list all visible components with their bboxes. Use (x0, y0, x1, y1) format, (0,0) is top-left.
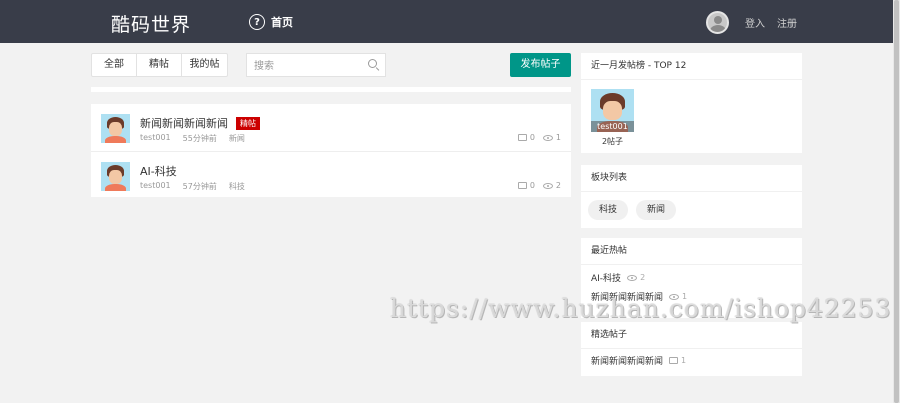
top-list-strip (91, 87, 571, 92)
top-posters-card: 近一月发帖榜 - TOP 12 test001 2帖子 (581, 53, 802, 153)
list-item[interactable]: 新闻新闻新闻新闻 精帖 test001 55分钟前 新闻 0 1 (91, 104, 571, 150)
new-post-button[interactable]: 发布帖子 (510, 53, 571, 77)
card-title: 精选帖子 (581, 322, 802, 349)
post-stats: 0 1 (517, 133, 561, 142)
search-icon[interactable] (368, 59, 377, 68)
post-time: 55分钟前 (182, 134, 217, 143)
tab-my-posts[interactable]: 我的帖 (182, 54, 227, 76)
top-poster-name: test001 (591, 121, 634, 132)
eye-icon (542, 134, 553, 141)
comment-icon (517, 182, 527, 189)
post-author[interactable]: test001 (140, 133, 171, 144)
nav-home-label: 首页 (271, 16, 293, 29)
view-count: 1 (555, 133, 561, 142)
avatar[interactable] (101, 162, 130, 191)
hot-post-title: AI-科技 (591, 274, 622, 284)
list-item[interactable]: AI-科技 test001 57分钟前 科技 0 2 (91, 151, 571, 197)
eye-icon (669, 293, 680, 300)
board-chip-news[interactable]: 新闻 (636, 200, 677, 220)
scrollbar-thumb[interactable] (894, 0, 899, 403)
filter-tabs: 全部 精帖 我的帖 (91, 53, 228, 77)
recent-hot-card: 最近热帖 AI-科技 2 新闻新闻新闻新闻 1 (581, 238, 802, 318)
view-count: 1 (682, 292, 688, 301)
featured-badge: 精帖 (236, 117, 260, 130)
featured-post-title: 新闻新闻新闻新闻 (591, 357, 664, 367)
nav-home-link[interactable]: ? 首页 (249, 14, 293, 30)
post-category: 科技 (228, 182, 245, 191)
post-title-text: AI-科技 (140, 165, 177, 178)
post-meta: test001 55分钟前 新闻 (140, 133, 245, 144)
avatar[interactable] (101, 114, 130, 143)
post-list: 新闻新闻新闻新闻 精帖 test001 55分钟前 新闻 0 1 AI-科技 te… (91, 104, 571, 197)
post-title-text: 新闻新闻新闻新闻 (140, 117, 228, 130)
card-title: 板块列表 (581, 165, 802, 192)
hot-post-item[interactable]: 新闻新闻新闻新闻 1 (591, 290, 687, 303)
tab-featured[interactable]: 精帖 (137, 54, 182, 76)
login-link[interactable]: 登入 (745, 15, 765, 30)
comment-icon (517, 134, 527, 141)
post-author[interactable]: test001 (140, 181, 171, 192)
search-input[interactable] (247, 55, 357, 78)
post-stats: 0 2 (517, 181, 561, 190)
tab-all[interactable]: 全部 (92, 54, 137, 76)
card-title: 最近热帖 (581, 238, 802, 265)
view-count: 2 (640, 273, 646, 282)
comment-count: 1 (681, 356, 687, 365)
eye-icon (542, 182, 553, 189)
post-meta: test001 57分钟前 科技 (140, 181, 245, 192)
top-header: 酷码世界 ? 首页 登入 注册 (0, 0, 893, 43)
hot-post-item[interactable]: AI-科技 2 (591, 271, 645, 284)
hot-post-title: 新闻新闻新闻新闻 (591, 293, 664, 303)
card-title: 近一月发帖榜 - TOP 12 (581, 53, 802, 80)
user-avatar-icon[interactable] (706, 11, 729, 34)
boards-card: 板块列表 科技 新闻 (581, 165, 802, 228)
comment-icon (669, 357, 679, 364)
top-poster-item[interactable]: test001 2帖子 (591, 89, 634, 147)
board-chip-tech[interactable]: 科技 (588, 200, 629, 220)
post-title[interactable]: AI-科技 (140, 163, 177, 179)
view-count: 2 (555, 181, 561, 190)
post-category: 新闻 (228, 134, 245, 143)
site-logo[interactable]: 酷码世界 (111, 10, 191, 37)
comment-count: 0 (529, 181, 535, 190)
post-title[interactable]: 新闻新闻新闻新闻 精帖 (140, 115, 260, 131)
avatar[interactable]: test001 (591, 89, 634, 132)
register-link[interactable]: 注册 (777, 15, 797, 30)
post-time: 57分钟前 (182, 182, 217, 191)
featured-card: 精选帖子 新闻新闻新闻新闻 1 (581, 322, 802, 376)
top-poster-count: 2帖子 (601, 137, 624, 146)
question-circle-icon: ? (249, 14, 265, 30)
eye-icon (627, 274, 638, 281)
featured-post-item[interactable]: 新闻新闻新闻新闻 1 (591, 354, 686, 367)
comment-count: 0 (529, 133, 535, 142)
search-box (246, 53, 386, 78)
